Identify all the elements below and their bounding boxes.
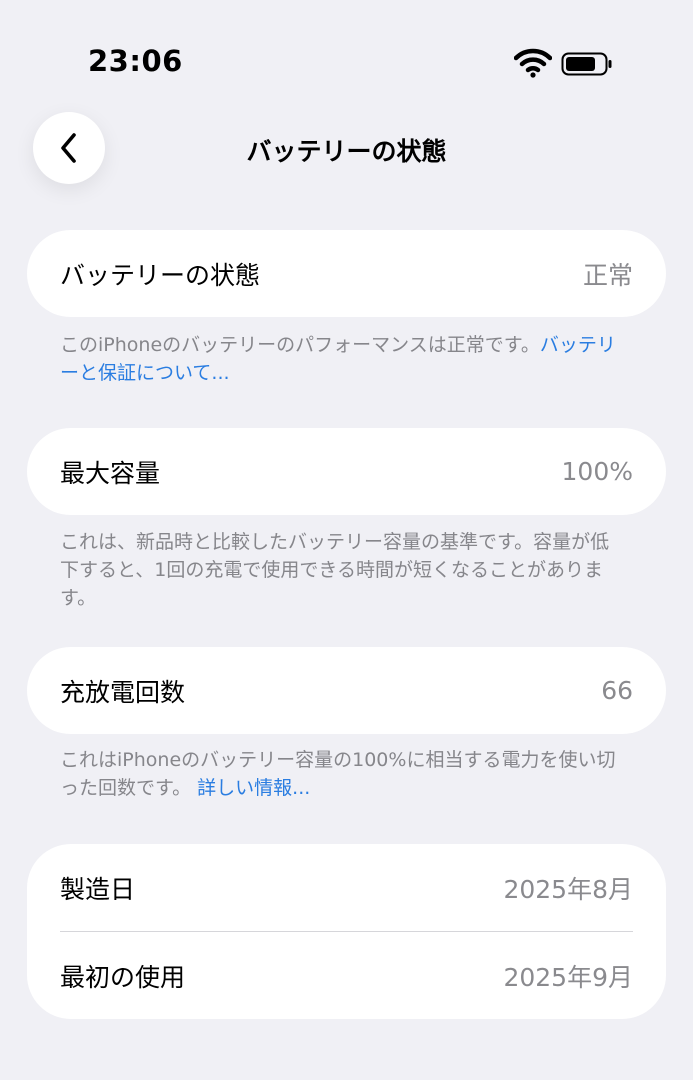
cycle-count-note: これはiPhoneのバッテリー容量の100%に相当する電力を使い切った回数です。… <box>60 746 630 802</box>
first-use-row: 最初の使用 2025年9月 <box>27 932 666 1019</box>
battery-health-note: このiPhoneのバッテリーのパフォーマンスは正常です。バッテリーと保証について… <box>60 331 630 387</box>
battery-health-row: バッテリーの状態 正常 <box>27 230 666 317</box>
manufacture-date-row: 製造日 2025年8月 <box>27 844 666 931</box>
maximum-capacity-label: 最大容量 <box>60 458 161 488</box>
battery-health-value: 正常 <box>582 260 633 290</box>
battery-health-label: バッテリーの状態 <box>60 260 261 290</box>
status-bar: 23:06 <box>0 0 693 110</box>
cycle-count-value: 66 <box>601 676 633 705</box>
battery-health-card: バッテリーの状態 正常 <box>27 230 666 317</box>
page-title: バッテリーの状態 <box>246 137 447 166</box>
battery-health-note-text: このiPhoneのバッテリーのパフォーマンスは正常です。 <box>60 334 540 356</box>
status-time: 23:06 <box>88 44 183 78</box>
first-use-label: 最初の使用 <box>60 962 186 992</box>
dates-card: 製造日 2025年8月 最初の使用 2025年9月 <box>27 844 666 1019</box>
wifi-icon <box>514 48 552 78</box>
cycle-count-note-text: これはiPhoneのバッテリー容量の100%に相当する電力を使い切った回数です。 <box>60 749 616 799</box>
cycle-count-row: 充放電回数 66 <box>27 647 666 734</box>
manufacture-date-value: 2025年8月 <box>503 874 633 904</box>
maximum-capacity-value: 100% <box>561 457 633 486</box>
maximum-capacity-note: これは、新品時と比較したバッテリー容量の基準です。容量が低下すると、1回の充電で… <box>60 531 610 609</box>
navigation-bar: バッテリーの状態 <box>0 110 693 190</box>
learn-more-link[interactable]: 詳しい情報... <box>197 777 310 799</box>
cycle-count-label: 充放電回数 <box>60 677 186 707</box>
battery-icon <box>561 52 612 76</box>
maximum-capacity-row: 最大容量 100% <box>27 428 666 515</box>
cycle-count-card: 充放電回数 66 <box>27 647 666 734</box>
manufacture-date-label: 製造日 <box>60 874 136 904</box>
first-use-value: 2025年9月 <box>503 962 633 992</box>
maximum-capacity-card: 最大容量 100% <box>27 428 666 515</box>
